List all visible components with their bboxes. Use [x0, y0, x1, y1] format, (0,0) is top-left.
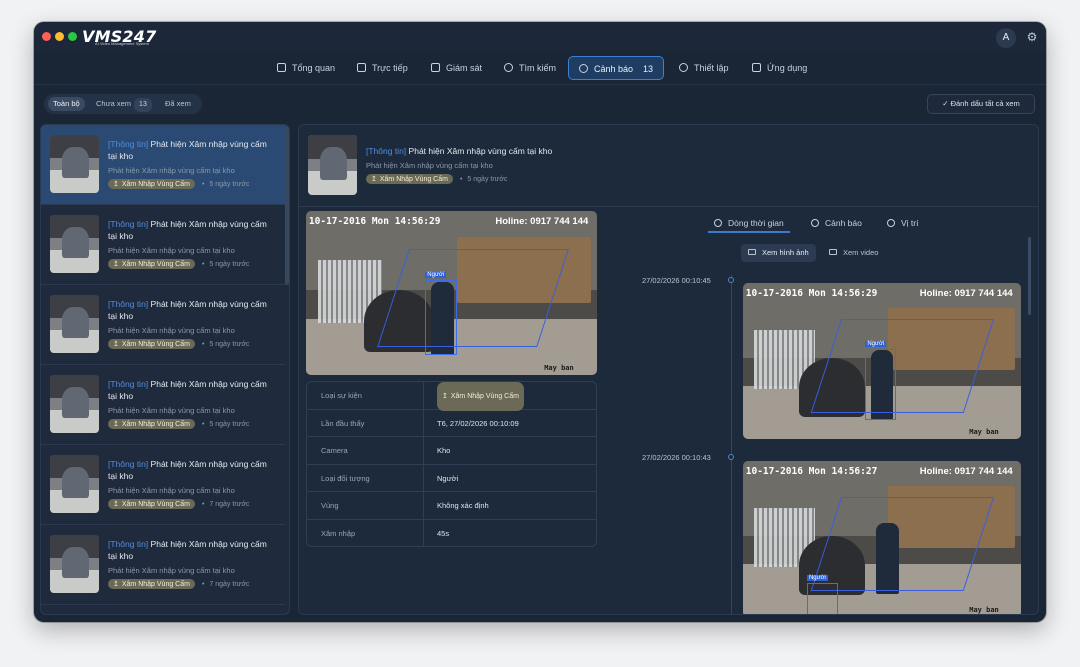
- alert-list: [Thông tin] Phát hiện Xâm nhập vùng cấm …: [40, 124, 290, 615]
- filter-all[interactable]: Toàn bộ: [48, 97, 85, 111]
- alert-thumbnail: [50, 135, 99, 193]
- timeline-track: [731, 275, 732, 614]
- table-row: Xâm nhập 45s: [307, 520, 596, 546]
- alert-type-chip: ↥ Xâm Nhập Vùng Cấm: [108, 339, 195, 349]
- nav-giam-sat[interactable]: Giám sát: [431, 56, 482, 80]
- detail-thumbnail: [308, 135, 357, 195]
- alert-type-chip: ↥ Xâm Nhập Vùng Cấm: [108, 499, 195, 509]
- location-pin-icon: [887, 219, 895, 227]
- alert-time: 5 ngày trước: [209, 341, 250, 348]
- gear-icon: [679, 63, 688, 72]
- person-bounding-box: [865, 348, 896, 421]
- event-type-chip: ↥ Xâm Nhập Vùng Cấm: [437, 382, 524, 411]
- detail-title: [Thông tin] Phát hiện Xâm nhập vùng cấm …: [366, 146, 553, 156]
- timeline-timestamp: 27/02/2026 00:10:45: [642, 276, 711, 285]
- close-window-button[interactable]: [42, 32, 51, 41]
- settings-gear-icon[interactable]: ⚙: [1024, 29, 1040, 45]
- table-row: Lần đầu thấy T6, 27/02/2026 00:10:09: [307, 409, 596, 438]
- event-snapshot[interactable]: Người 10-17-2016 Mon 14:56:29 Holine: 09…: [306, 211, 597, 375]
- restricted-zone-overlay: [811, 318, 995, 413]
- alert-type-chip: ↥ Xâm Nhập Vùng Cấm: [108, 579, 195, 589]
- person-bounding-box: [806, 582, 838, 614]
- table-row: Loại đối tượng Người: [307, 464, 596, 493]
- image-icon: [748, 249, 756, 255]
- main-nav: Tổng quan Trực tiếp Giám sát Tìm kiếm Cả…: [34, 54, 1046, 84]
- nav-truc-tiep[interactable]: Trực tiếp: [357, 56, 408, 80]
- unread-count-badge: 13: [134, 98, 152, 112]
- nav-ung-dung[interactable]: Ứng dụng: [752, 56, 807, 80]
- table-row: Vùng Không xác định: [307, 492, 596, 520]
- tab-location[interactable]: Vị trí: [887, 213, 918, 233]
- event-details-table: Loại sự kiện ↥ Xâm Nhập Vùng Cấm Lần đầu t…: [306, 381, 597, 547]
- timeline-dot: [728, 454, 734, 460]
- restricted-zone-overlay: [811, 496, 995, 591]
- alert-time: 7 ngày trước: [209, 581, 250, 588]
- tab-timeline[interactable]: Dòng thời gian: [708, 213, 790, 233]
- restricted-zone-overlay: [377, 248, 570, 348]
- alert-time: 5 ngày trước: [209, 261, 250, 268]
- apps-icon: [752, 63, 761, 72]
- alert-time: 5 ngày trước: [209, 421, 250, 428]
- alert-list-item[interactable]: [Thông tin] Phát hiện Xâm nhập vùng cấm …: [41, 285, 285, 365]
- app-window: VMS247 AI Video Management System A ⚙ Tổ…: [34, 22, 1046, 622]
- nav-tim-kiem[interactable]: Tìm kiếm: [504, 56, 556, 80]
- tab-alerts[interactable]: Cảnh báo: [811, 213, 862, 233]
- alert-time: 7 ngày trước: [209, 501, 250, 508]
- alert-type-chip: ↥ Xâm Nhập Vùng Cấm: [108, 419, 195, 429]
- title-bar: VMS247 AI Video Management System A ⚙: [34, 22, 1046, 50]
- detail-type-chip: ↥ Xâm Nhập Vùng Cấm: [366, 174, 453, 184]
- timeline-dot: [728, 277, 734, 283]
- detail-divider: [299, 206, 1038, 207]
- person-bounding-box: [425, 279, 458, 356]
- alert-list-item[interactable]: [Thông tin] Phát hiện Xâm nhập vùng cấm …: [41, 445, 285, 525]
- nav-thiet-lap[interactable]: Thiết lập: [679, 56, 729, 80]
- alert-time: 5 ngày trước: [209, 181, 250, 188]
- avatar[interactable]: A: [996, 28, 1016, 48]
- alert-thumbnail: [50, 215, 99, 273]
- mark-all-read-button[interactable]: ✓ Đánh dấu tất cả xem: [927, 94, 1035, 114]
- alert-type-chip: ↥ Xâm Nhập Vùng Cấm: [108, 179, 195, 189]
- timeline-snapshot[interactable]: Người 10-17-2016 Mon 14:56:27 Holine: 09…: [743, 461, 1021, 614]
- alert-detail-panel: [Thông tin] Phát hiện Xâm nhập vùng cấm …: [298, 124, 1039, 615]
- alert-thumbnail: [50, 535, 99, 593]
- filter-read[interactable]: Đã xem: [160, 97, 196, 111]
- alert-type-chip: ↥ Xâm Nhập Vùng Cấm: [108, 259, 195, 269]
- table-row: Loại sự kiện ↥ Xâm Nhập Vùng Cấm: [307, 382, 596, 411]
- video-icon: [829, 249, 837, 255]
- alert-list-item[interactable]: [Thông tin] Phát hiện Xâm nhập vùng cấm …: [41, 125, 285, 205]
- timeline-snapshot[interactable]: Người 10-17-2016 Mon 14:56:29 Holine: 09…: [743, 283, 1021, 439]
- nav-divider: [34, 84, 1046, 85]
- table-row: Camera Kho: [307, 437, 596, 465]
- grid-icon: [277, 63, 286, 72]
- list-scrollbar[interactable]: [285, 125, 289, 285]
- alert-icon: [811, 219, 819, 227]
- minimize-window-button[interactable]: [55, 32, 64, 41]
- alert-list-item[interactable]: [Thông tin] Phát hiện Xâm nhập vùng cấm …: [41, 525, 285, 605]
- alert-list-item[interactable]: [Thông tin] Phát hiện Xâm nhập vùng cấm …: [41, 205, 285, 285]
- alert-thumbnail: [50, 455, 99, 513]
- timeline-scrollbar[interactable]: [1028, 237, 1031, 315]
- check-icon: ✓: [942, 99, 951, 108]
- app-logo-subtitle: AI Video Management System: [95, 41, 149, 46]
- clock-icon: [714, 219, 722, 227]
- zoom-window-button[interactable]: [68, 32, 77, 41]
- search-icon: [504, 63, 513, 72]
- detail-time: 5 ngày trước: [467, 176, 508, 183]
- alert-count-badge: 13: [643, 64, 654, 74]
- video-icon: [357, 63, 366, 72]
- view-images-toggle[interactable]: Xem hình ảnh: [741, 244, 816, 262]
- filter-unread[interactable]: Chưa xem 13: [91, 97, 157, 112]
- timeline-timestamp: 27/02/2026 00:10:43: [642, 453, 711, 462]
- view-video-toggle[interactable]: Xem video: [822, 244, 885, 262]
- alert-icon: [579, 64, 588, 73]
- detail-subtitle: Phát hiện Xâm nhập vùng cấm tại kho: [366, 161, 493, 170]
- nav-canh-bao[interactable]: Cảnh báo 13: [568, 56, 665, 80]
- nav-tong-quan[interactable]: Tổng quan: [277, 56, 335, 80]
- alert-thumbnail: [50, 375, 99, 433]
- alert-list-item[interactable]: [Thông tin] Phát hiện Xâm nhập vùng cấm …: [41, 365, 285, 445]
- alert-thumbnail: [50, 295, 99, 353]
- monitor-icon: [431, 63, 440, 72]
